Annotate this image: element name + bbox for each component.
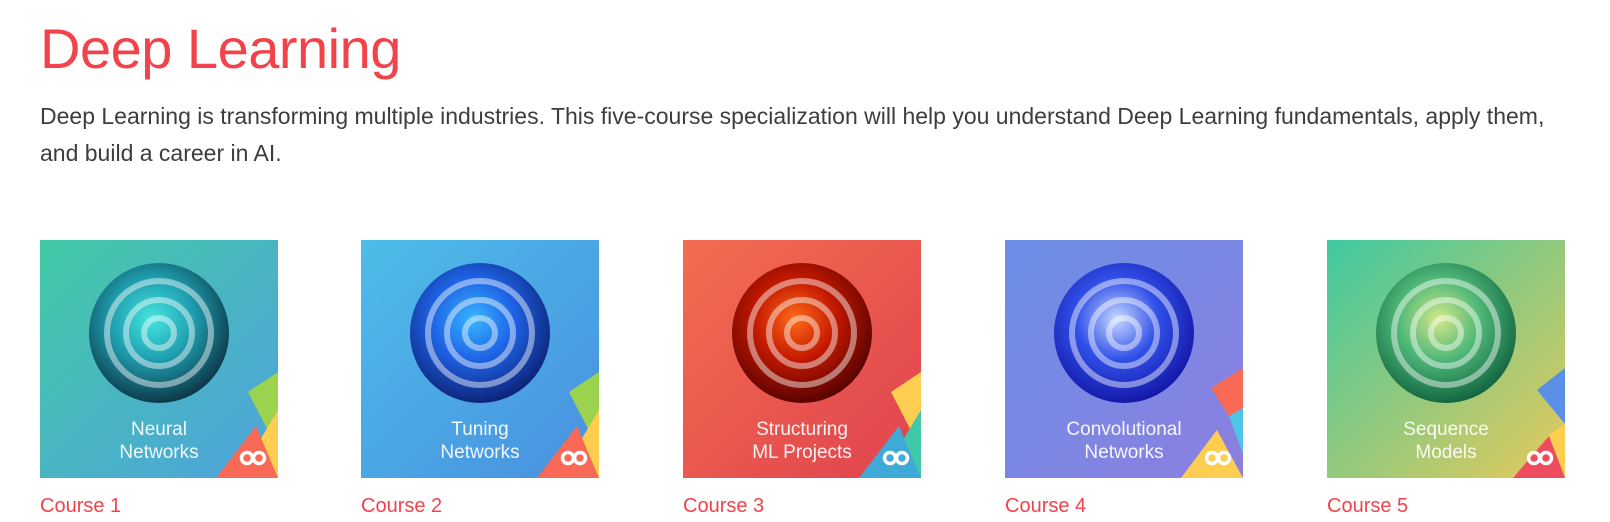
course-artwork: Neural Networks xyxy=(40,240,278,478)
course-title-line-1: Structuring xyxy=(756,419,848,440)
course-link[interactable]: Course 1 xyxy=(40,495,121,517)
course-thumbnail[interactable]: Tuning Networks xyxy=(361,240,599,478)
course-card-4: Convolutional Networks Course 4 xyxy=(1005,240,1243,517)
course-title-line-1: Neural xyxy=(131,419,187,440)
course-title-line-2: Networks xyxy=(1084,442,1163,463)
page-title: Deep Learning xyxy=(40,17,401,80)
course-thumbnail[interactable]: Convolutional Networks xyxy=(1005,240,1243,478)
course-card-3: Structuring ML Projects Course 3 xyxy=(683,240,921,517)
course-title-line-2: ML Projects xyxy=(752,442,852,463)
course-thumbnail[interactable]: Sequence Models xyxy=(1327,240,1565,478)
course-thumbnail[interactable]: Structuring ML Projects xyxy=(683,240,921,478)
course-title-line-1: Convolutional xyxy=(1066,419,1181,440)
course-list: Neural Networks Course 1 Tuning Networks… xyxy=(40,240,1570,520)
course-title-line-2: Networks xyxy=(119,442,198,463)
course-card-5: Sequence Models Course 5 xyxy=(1327,240,1565,517)
course-title-line-2: Networks xyxy=(440,442,519,463)
course-artwork: Convolutional Networks xyxy=(1005,240,1243,478)
course-link[interactable]: Course 3 xyxy=(683,495,764,517)
course-card-1: Neural Networks Course 1 xyxy=(40,240,278,517)
course-title-line-1: Sequence xyxy=(1403,419,1489,440)
course-title-line-1: Tuning xyxy=(451,419,508,440)
course-artwork: Sequence Models xyxy=(1327,240,1565,478)
course-artwork: Tuning Networks xyxy=(361,240,599,478)
page-description: Deep Learning is transforming multiple i… xyxy=(40,103,1545,166)
course-link[interactable]: Course 5 xyxy=(1327,495,1408,517)
course-artwork: Structuring ML Projects xyxy=(683,240,921,478)
course-card-2: Tuning Networks Course 2 xyxy=(361,240,599,517)
course-thumbnail[interactable]: Neural Networks xyxy=(40,240,278,478)
course-link[interactable]: Course 2 xyxy=(361,495,442,517)
course-link[interactable]: Course 4 xyxy=(1005,495,1086,517)
course-title-line-2: Models xyxy=(1415,442,1476,463)
